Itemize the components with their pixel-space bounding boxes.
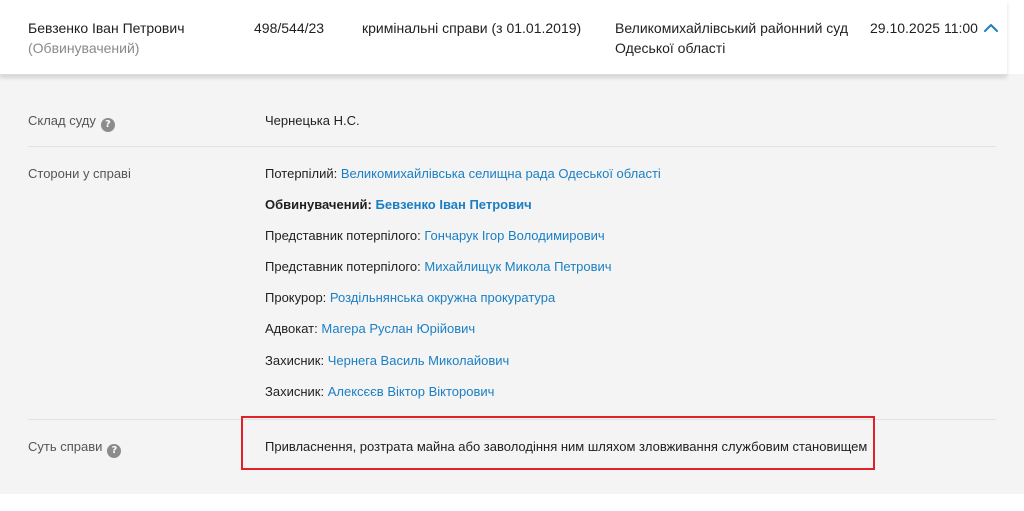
court-name: Великомихайлівський районний суд Одесько…: [615, 18, 865, 58]
hearing-date: 29.10.2025 11:00: [870, 20, 978, 36]
essence-label: Суть справи?: [28, 438, 122, 458]
question-circle-icon[interactable]: ?: [107, 444, 122, 458]
case-type: кримінальні справи (з 01.01.2019): [362, 20, 582, 36]
party-role: Обвинувачений:: [265, 197, 372, 212]
party-link[interactable]: Бевзенко Іван Петрович: [376, 197, 532, 212]
party-item: Представник потерпілого: Михайлищук Мико…: [265, 258, 612, 276]
party-link[interactable]: Гончарук Ігор Володимирович: [424, 228, 604, 243]
highlight-annotation-box: [241, 416, 875, 470]
composition-label-text: Склад суду: [28, 113, 96, 128]
party-role: Адвокат:: [265, 321, 318, 336]
party-link[interactable]: Великомихайлівська селищна рада Одеської…: [341, 166, 661, 181]
party-link[interactable]: Михайлищук Микола Петрович: [424, 259, 611, 274]
collapse-toggle-button[interactable]: [981, 18, 1001, 38]
court-name-line2: Одеської області: [615, 40, 726, 56]
question-circle-icon[interactable]: ?: [100, 118, 115, 132]
party-role: Потерпілий:: [265, 166, 338, 181]
party-link[interactable]: Чернега Василь Миколайович: [328, 353, 510, 368]
party-item: Захисник: Алексєєв Віктор Вікторович: [265, 383, 494, 401]
party-item: Обвинувачений: Бевзенко Іван Петрович: [265, 196, 532, 214]
party-item: Представник потерпілого: Гончарук Ігор В…: [265, 227, 605, 245]
court-name-line1: Великомихайлівський районний суд: [615, 20, 848, 36]
party-role: Захисник:: [265, 353, 325, 368]
composition-label: Склад суду?: [28, 112, 115, 132]
party-item: Захисник: Чернега Василь Миколайович: [265, 352, 509, 370]
party-link[interactable]: Магера Руслан Юрійович: [321, 321, 475, 336]
defendant-cell: Бевзенко Іван Петрович (Обвинувачений): [28, 18, 238, 58]
party-link[interactable]: Алексєєв Віктор Вікторович: [328, 384, 495, 399]
party-role: Захисник:: [265, 384, 325, 399]
case-summary-row[interactable]: Бевзенко Іван Петрович (Обвинувачений) 4…: [0, 0, 1007, 75]
divider: [28, 146, 996, 147]
composition-value: Чернецька Н.С.: [265, 113, 360, 128]
party-link[interactable]: Роздільнянська окружна прокуратура: [330, 290, 555, 305]
parties-label: Сторони у справі: [28, 166, 131, 181]
defendant-role: (Обвинувачений): [28, 40, 140, 56]
case-number: 498/544/23: [254, 20, 325, 36]
party-item: Адвокат: Магера Руслан Юрійович: [265, 320, 475, 338]
party-role: Прокурор:: [265, 290, 327, 305]
party-item: Потерпілий: Великомихайлівська селищна р…: [265, 165, 661, 183]
chevron-up-icon: [984, 24, 998, 32]
essence-label-text: Суть справи: [28, 439, 103, 454]
party-role: Представник потерпілого:: [265, 259, 421, 274]
defendant-name: Бевзенко Іван Петрович: [28, 20, 185, 36]
party-item: Прокурор: Роздільнянська окружна прокура…: [265, 289, 555, 307]
page-bottom: [0, 494, 1024, 511]
party-role: Представник потерпілого:: [265, 228, 421, 243]
